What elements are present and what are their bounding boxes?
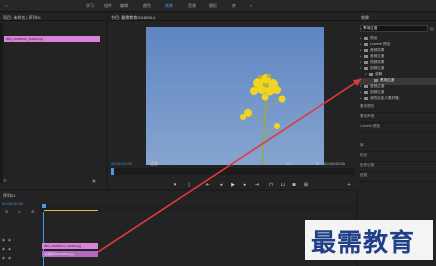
watermark-text: 最需教育 <box>311 228 416 257</box>
watermark-box: 最需教育 <box>305 220 433 260</box>
